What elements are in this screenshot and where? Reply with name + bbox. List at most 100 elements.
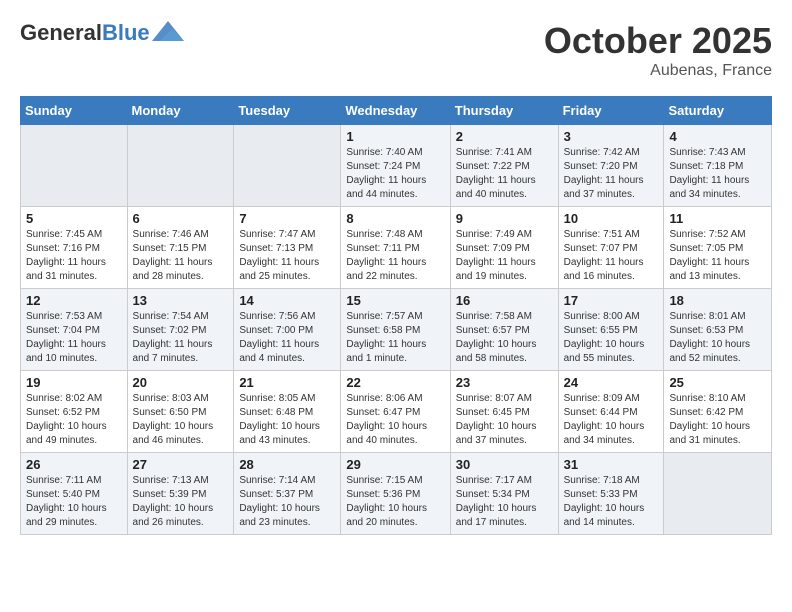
calendar-cell: 29 Sunrise: 7:15 AM Sunset: 5:36 PM Dayli… [341, 453, 450, 535]
calendar-cell [234, 125, 341, 207]
calendar-cell: 11 Sunrise: 7:52 AM Sunset: 7:05 PM Dayli… [664, 207, 772, 289]
day-number: 8 [346, 211, 444, 226]
weekday-header-wednesday: Wednesday [341, 97, 450, 125]
calendar-cell: 13 Sunrise: 7:54 AM Sunset: 7:02 PM Dayli… [127, 289, 234, 371]
day-info: Sunrise: 7:13 AM Sunset: 5:39 PM Dayligh… [133, 474, 229, 530]
day-info: Sunrise: 8:06 AM Sunset: 6:47 PM Dayligh… [346, 392, 444, 448]
day-info: Sunrise: 7:52 AM Sunset: 7:05 PM Dayligh… [669, 228, 766, 284]
weekday-header-saturday: Saturday [664, 97, 772, 125]
weekday-header-tuesday: Tuesday [234, 97, 341, 125]
calendar-cell: 16 Sunrise: 7:58 AM Sunset: 6:57 PM Dayli… [450, 289, 558, 371]
day-number: 26 [26, 457, 122, 472]
day-info: Sunrise: 8:03 AM Sunset: 6:50 PM Dayligh… [133, 392, 229, 448]
day-info: Sunrise: 7:57 AM Sunset: 6:58 PM Dayligh… [346, 310, 444, 366]
day-info: Sunrise: 7:46 AM Sunset: 7:15 PM Dayligh… [133, 228, 229, 284]
weekday-header-sunday: Sunday [21, 97, 128, 125]
location: Aubenas, France [544, 62, 772, 80]
day-info: Sunrise: 8:07 AM Sunset: 6:45 PM Dayligh… [456, 392, 553, 448]
calendar-cell: 20Sunrise: 8:03 AM Sunset: 6:50 PM Dayli… [127, 371, 234, 453]
day-info: Sunrise: 7:58 AM Sunset: 6:57 PM Dayligh… [456, 310, 553, 366]
day-number: 14 [239, 293, 335, 308]
day-number: 21 [239, 375, 335, 390]
day-number: 2 [456, 129, 553, 144]
calendar-cell: 1Sunrise: 7:40 AM Sunset: 7:24 PM Daylig… [341, 125, 450, 207]
day-info: Sunrise: 7:11 AM Sunset: 5:40 PM Dayligh… [26, 474, 122, 530]
calendar-cell: 24 Sunrise: 8:09 AM Sunset: 6:44 PM Dayli… [558, 371, 664, 453]
logo-general: General [20, 20, 102, 46]
calendar-cell: 19Sunrise: 8:02 AM Sunset: 6:52 PM Dayli… [21, 371, 128, 453]
day-info: Sunrise: 7:56 AM Sunset: 7:00 PM Dayligh… [239, 310, 335, 366]
day-info: Sunrise: 8:00 AM Sunset: 6:55 PM Dayligh… [564, 310, 659, 366]
day-info: Sunrise: 8:01 AM Sunset: 6:53 PM Dayligh… [669, 310, 766, 366]
day-number: 7 [239, 211, 335, 226]
day-number: 29 [346, 457, 444, 472]
calendar-cell: 2 Sunrise: 7:41 AM Sunset: 7:22 PM Daylig… [450, 125, 558, 207]
day-number: 22 [346, 375, 444, 390]
calendar-cell: 27 Sunrise: 7:13 AM Sunset: 5:39 PM Dayli… [127, 453, 234, 535]
calendar-cell: 10Sunrise: 7:51 AM Sunset: 7:07 PM Dayli… [558, 207, 664, 289]
day-info: Sunrise: 7:54 AM Sunset: 7:02 PM Dayligh… [133, 310, 229, 366]
day-number: 16 [456, 293, 553, 308]
day-info: Sunrise: 8:10 AM Sunset: 6:42 PM Dayligh… [669, 392, 766, 448]
day-number: 11 [669, 211, 766, 226]
calendar-week-3: 12 Sunrise: 7:53 AM Sunset: 7:04 PM Dayli… [21, 289, 772, 371]
day-info: Sunrise: 8:09 AM Sunset: 6:44 PM Dayligh… [564, 392, 659, 448]
calendar-cell [664, 453, 772, 535]
calendar-week-2: 5Sunrise: 7:45 AM Sunset: 7:16 PM Daylig… [21, 207, 772, 289]
logo: General Blue [20, 20, 184, 46]
day-info: Sunrise: 7:41 AM Sunset: 7:22 PM Dayligh… [456, 146, 553, 202]
calendar-body: 1Sunrise: 7:40 AM Sunset: 7:24 PM Daylig… [21, 125, 772, 535]
day-number: 9 [456, 211, 553, 226]
day-number: 12 [26, 293, 122, 308]
calendar-cell: 22 Sunrise: 8:06 AM Sunset: 6:47 PM Dayli… [341, 371, 450, 453]
day-number: 10 [564, 211, 659, 226]
month-title: October 2025 [544, 20, 772, 62]
day-number: 4 [669, 129, 766, 144]
day-number: 19 [26, 375, 122, 390]
day-number: 25 [669, 375, 766, 390]
calendar-cell [21, 125, 128, 207]
logo-blue: Blue [102, 20, 150, 46]
day-info: Sunrise: 7:15 AM Sunset: 5:36 PM Dayligh… [346, 474, 444, 530]
calendar-cell: 8 Sunrise: 7:48 AM Sunset: 7:11 PM Daylig… [341, 207, 450, 289]
calendar-header-row: SundayMondayTuesdayWednesdayThursdayFrid… [21, 97, 772, 125]
calendar-cell: 7 Sunrise: 7:47 AM Sunset: 7:13 PM Daylig… [234, 207, 341, 289]
weekday-header-friday: Friday [558, 97, 664, 125]
calendar-cell: 9 Sunrise: 7:49 AM Sunset: 7:09 PM Daylig… [450, 207, 558, 289]
day-number: 28 [239, 457, 335, 472]
calendar-cell: 17Sunrise: 8:00 AM Sunset: 6:55 PM Dayli… [558, 289, 664, 371]
day-number: 30 [456, 457, 553, 472]
calendar-cell: 25 Sunrise: 8:10 AM Sunset: 6:42 PM Dayli… [664, 371, 772, 453]
calendar-cell: 28Sunrise: 7:14 AM Sunset: 5:37 PM Dayli… [234, 453, 341, 535]
calendar-week-1: 1Sunrise: 7:40 AM Sunset: 7:24 PM Daylig… [21, 125, 772, 207]
day-info: Sunrise: 7:47 AM Sunset: 7:13 PM Dayligh… [239, 228, 335, 284]
calendar-cell: 30 Sunrise: 7:17 AM Sunset: 5:34 PM Dayli… [450, 453, 558, 535]
calendar-cell: 12 Sunrise: 7:53 AM Sunset: 7:04 PM Dayli… [21, 289, 128, 371]
calendar-cell: 14 Sunrise: 7:56 AM Sunset: 7:00 PM Dayli… [234, 289, 341, 371]
calendar-cell: 6Sunrise: 7:46 AM Sunset: 7:15 PM Daylig… [127, 207, 234, 289]
calendar-cell: 15Sunrise: 7:57 AM Sunset: 6:58 PM Dayli… [341, 289, 450, 371]
day-number: 27 [133, 457, 229, 472]
calendar-week-5: 26 Sunrise: 7:11 AM Sunset: 5:40 PM Dayli… [21, 453, 772, 535]
calendar-table: SundayMondayTuesdayWednesdayThursdayFrid… [20, 96, 772, 535]
day-info: Sunrise: 7:53 AM Sunset: 7:04 PM Dayligh… [26, 310, 122, 366]
day-info: Sunrise: 7:48 AM Sunset: 7:11 PM Dayligh… [346, 228, 444, 284]
day-number: 18 [669, 293, 766, 308]
title-block: October 2025 Aubenas, France [544, 20, 772, 80]
day-number: 5 [26, 211, 122, 226]
day-info: Sunrise: 7:18 AM Sunset: 5:33 PM Dayligh… [564, 474, 659, 530]
day-info: Sunrise: 7:40 AM Sunset: 7:24 PM Dayligh… [346, 146, 444, 202]
day-info: Sunrise: 7:17 AM Sunset: 5:34 PM Dayligh… [456, 474, 553, 530]
day-number: 23 [456, 375, 553, 390]
page-header: General Blue October 2025 Aubenas, Franc… [20, 20, 772, 80]
day-number: 13 [133, 293, 229, 308]
day-number: 24 [564, 375, 659, 390]
calendar-cell [127, 125, 234, 207]
weekday-header-monday: Monday [127, 97, 234, 125]
calendar-cell: 5Sunrise: 7:45 AM Sunset: 7:16 PM Daylig… [21, 207, 128, 289]
calendar-cell: 21 Sunrise: 8:05 AM Sunset: 6:48 PM Dayli… [234, 371, 341, 453]
calendar-cell: 23 Sunrise: 8:07 AM Sunset: 6:45 PM Dayli… [450, 371, 558, 453]
day-info: Sunrise: 7:49 AM Sunset: 7:09 PM Dayligh… [456, 228, 553, 284]
calendar-cell: 18 Sunrise: 8:01 AM Sunset: 6:53 PM Dayli… [664, 289, 772, 371]
day-info: Sunrise: 8:05 AM Sunset: 6:48 PM Dayligh… [239, 392, 335, 448]
